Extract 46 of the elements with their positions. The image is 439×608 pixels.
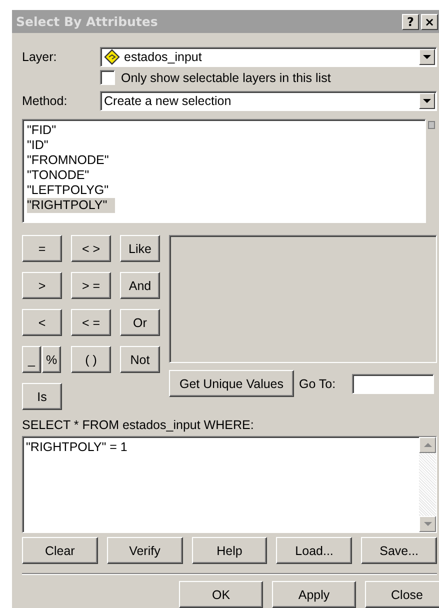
wildcard-button[interactable]: _	[22, 346, 41, 373]
wildcard-button[interactable]: %	[42, 346, 61, 373]
operator-button[interactable]: < =	[71, 309, 111, 336]
scroll-down-icon[interactable]	[424, 522, 432, 526]
query-text-area[interactable]: "RIGHTPOLY" = 1	[22, 436, 437, 533]
query-action-button[interactable]: Load...	[276, 537, 352, 564]
layer-label: Layer:	[22, 50, 58, 64]
help-button[interactable]: ?	[402, 14, 419, 30]
operator-button[interactable]: < >	[71, 235, 111, 262]
field-item[interactable]: "ID"	[27, 138, 56, 153]
dialog-button[interactable]: OK	[179, 581, 263, 608]
method-label: Method:	[22, 94, 68, 108]
operator-button[interactable]: Not	[120, 346, 160, 373]
query-action-button[interactable]: Help	[192, 537, 268, 564]
checkbox-label: Only show selectable layers in this list	[121, 70, 331, 84]
operator-button[interactable]: =	[22, 235, 62, 262]
dialog-button[interactable]: Close	[365, 581, 439, 608]
operator-button[interactable]: Or	[120, 309, 160, 336]
scrollbar[interactable]	[419, 437, 436, 532]
field-item[interactable]: "LEFTPOLYG"	[27, 183, 117, 198]
operator-button[interactable]: > =	[71, 272, 111, 299]
dialog-button[interactable]: Apply	[272, 581, 356, 608]
query-action-button[interactable]: Save...	[361, 537, 437, 564]
go-to-label: Go To:	[299, 376, 337, 390]
method-dropdown[interactable]: Create a new selection	[100, 91, 437, 111]
field-item[interactable]: "TONODE"	[27, 168, 98, 183]
operator-button[interactable]: Is	[22, 383, 62, 410]
get-unique-values-button[interactable]: Get Unique Values	[169, 370, 294, 397]
operator-button[interactable]: Like	[120, 235, 160, 262]
query-action-button[interactable]: Clear	[22, 537, 98, 564]
close-button[interactable]: ×	[421, 14, 438, 30]
field-item[interactable]: "FROMNODE"	[27, 153, 117, 168]
query-label: SELECT * FROM estados_input WHERE:	[22, 418, 255, 432]
layer-diamond-icon	[104, 49, 120, 65]
layer-dropdown[interactable]: estados_input	[100, 47, 437, 67]
window-title: Select By Attributes	[16, 14, 158, 29]
operator-button[interactable]: ( )	[71, 346, 111, 373]
field-item[interactable]: "FID"	[27, 123, 64, 138]
operator-button[interactable]: >	[22, 272, 62, 299]
go-to-field[interactable]	[352, 374, 434, 394]
operator-button[interactable]: <	[22, 309, 62, 336]
scroll-up-icon[interactable]	[424, 443, 432, 447]
query-action-button[interactable]: Verify	[106, 537, 183, 564]
operator-button[interactable]: And	[120, 272, 160, 299]
field-item[interactable]: "RIGHTPOLY"	[27, 198, 116, 213]
checkbox[interactable]	[100, 70, 115, 85]
